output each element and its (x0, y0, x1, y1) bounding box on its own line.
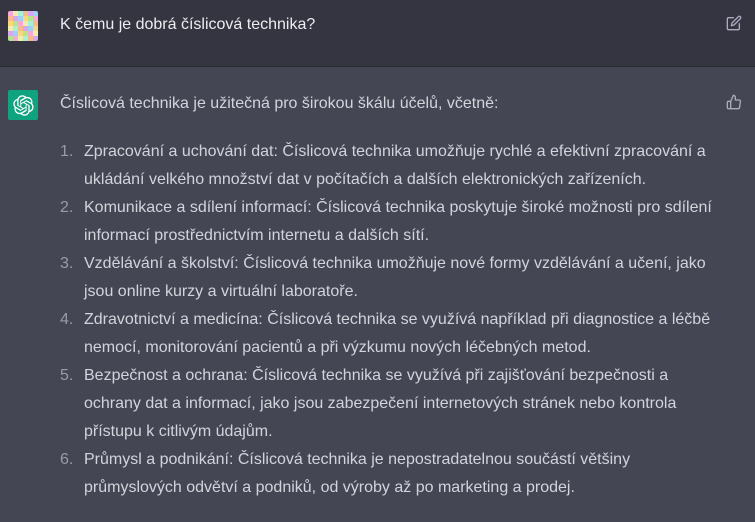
list-item: 4. Zdravotnictví a medicína: Číslicová te… (60, 306, 714, 362)
list-item-text: Komunikace a sdílení informací: Číslicov… (84, 199, 712, 244)
list-item-text: Bezpečnost a ochrana: Číslicová technika… (84, 367, 677, 440)
list-item-number: 3. (60, 255, 74, 272)
thumbs-up-icon (726, 94, 742, 110)
list-item-text: Průmysl a podnikání: Číslicová technika … (84, 451, 631, 496)
list-item-number: 2. (60, 199, 74, 216)
list-item: 6. Průmysl a podnikání: Číslicová technik… (60, 446, 714, 502)
list-item-number: 6. (60, 451, 74, 468)
openai-logo-icon (12, 94, 34, 116)
edit-icon (726, 15, 742, 31)
list-item-text: Zpracování a uchování dat: Číslicová tec… (84, 143, 706, 188)
list-item: 2. Komunikace a sdílení informací: Číslic… (60, 194, 714, 250)
answer-list: 1. Zpracování a uchování dat: Číslicová t… (60, 138, 725, 502)
assistant-avatar (8, 90, 38, 120)
list-item-number: 4. (60, 311, 74, 328)
answer-intro: Číslicová technika je užitečná pro širok… (60, 95, 499, 112)
user-message-row: K čemu je dobrá číslicová technika? (0, 0, 755, 67)
list-item-text: Zdravotnictví a medicína: Číslicová tech… (84, 311, 711, 356)
user-avatar (8, 11, 38, 41)
user-question: K čemu je dobrá číslicová technika? (60, 16, 316, 33)
list-item: 3. Vzdělávání a školství: Číslicová techn… (60, 250, 714, 306)
edit-button[interactable] (724, 13, 744, 33)
thumbs-up-button[interactable] (725, 93, 743, 111)
list-item: 5. Bezpečnost a ochrana: Číslicová techni… (60, 362, 714, 446)
assistant-answer: Číslicová technika je užitečná pro širok… (60, 94, 725, 502)
list-item-number: 1. (60, 143, 74, 160)
list-item-number: 5. (60, 367, 74, 384)
list-item-text: Vzdělávání a školství: Číslicová technik… (84, 255, 706, 300)
list-item: 1. Zpracování a uchování dat: Číslicová t… (60, 138, 714, 194)
